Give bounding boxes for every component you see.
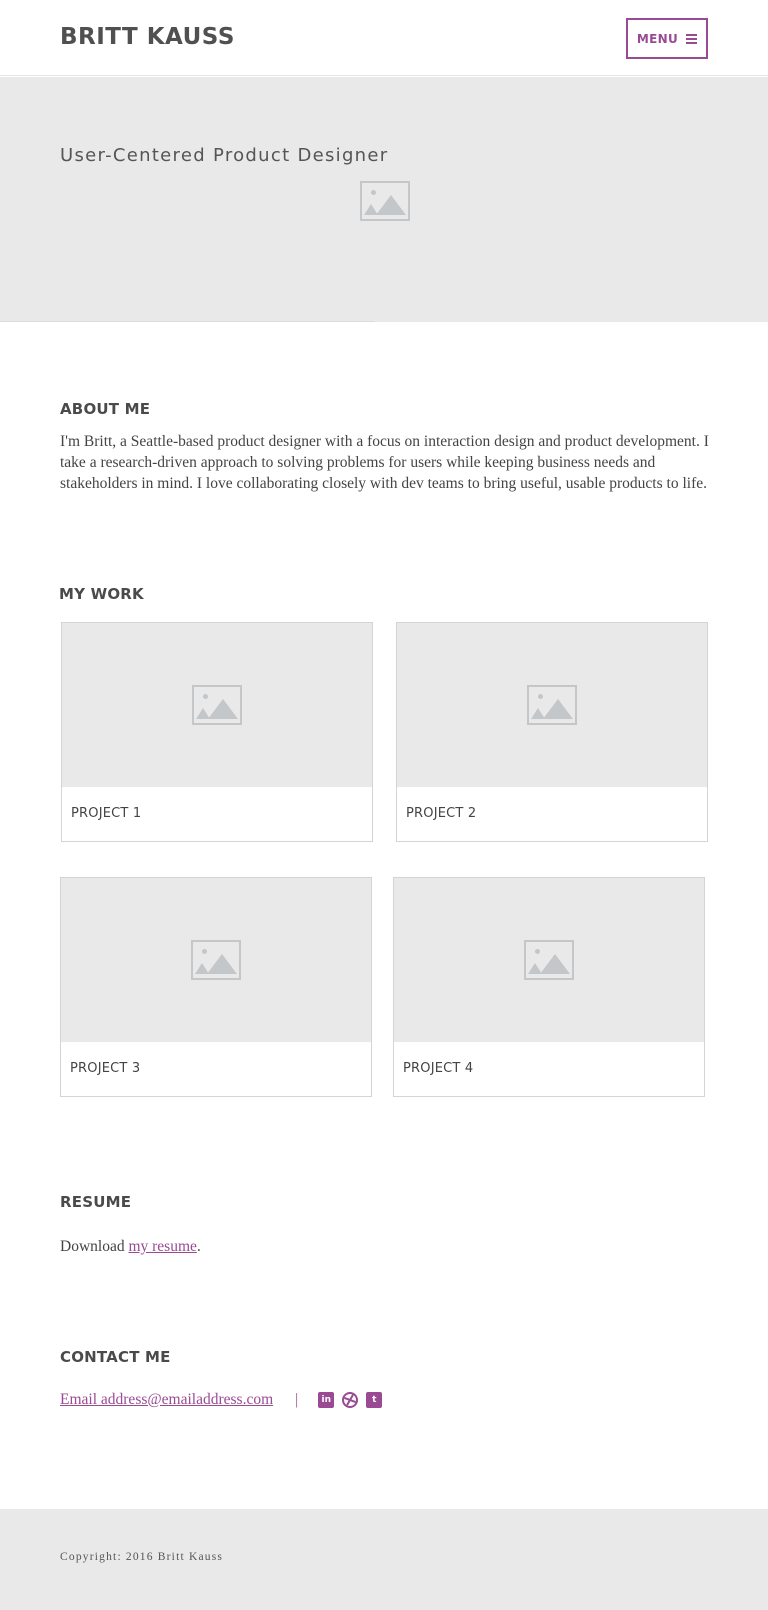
site-header: BRITT KAUSS MENU [0, 0, 768, 76]
project-card-2[interactable]: PROJECT 2 [396, 622, 708, 842]
menu-button[interactable]: MENU [626, 18, 708, 59]
resume-suffix: . [196, 1238, 201, 1255]
project-card-3[interactable]: PROJECT 3 [60, 877, 372, 1097]
about-heading: ABOUT ME [60, 400, 151, 418]
site-footer: Copyright: 2016 Britt Kauss [0, 1509, 768, 1610]
project-card-4[interactable]: PROJECT 4 [393, 877, 705, 1097]
project-label: PROJECT 1 [71, 806, 142, 821]
menu-label: MENU [636, 31, 679, 46]
image-placeholder-icon [191, 940, 241, 980]
contact-row: Email address@emailaddress.com | in t [60, 1389, 390, 1411]
contact-heading: CONTACT ME [60, 1348, 171, 1366]
image-placeholder-icon [524, 940, 574, 980]
image-placeholder-icon [527, 685, 577, 725]
project-label: PROJECT 4 [403, 1061, 474, 1076]
email-link[interactable]: Email address@emailaddress.com [60, 1391, 273, 1409]
project-thumbnail [61, 878, 371, 1042]
project-thumbnail [62, 623, 372, 787]
about-text: I'm Britt, a Seattle-based product desig… [60, 433, 709, 492]
resume-text: Download my resume. [60, 1236, 710, 1257]
resume-heading: RESUME [60, 1193, 132, 1211]
hero-tagline: User-Centered Product Designer [60, 145, 389, 166]
dribbble-icon[interactable] [342, 1392, 359, 1408]
project-label: PROJECT 2 [406, 806, 477, 821]
project-thumbnail [394, 878, 704, 1042]
hero-divider [0, 321, 375, 322]
resume-prefix: Download [60, 1238, 129, 1255]
image-placeholder-icon [192, 685, 242, 725]
twitter-icon[interactable]: t [366, 1392, 383, 1408]
contact-separator: | [295, 1391, 299, 1408]
copyright-text: Copyright: 2016 Britt Kauss [60, 1551, 224, 1563]
hamburger-icon [686, 32, 698, 46]
project-label: PROJECT 3 [70, 1061, 141, 1076]
work-heading: MY WORK [59, 585, 144, 603]
project-card-1[interactable]: PROJECT 1 [61, 622, 373, 842]
site-title[interactable]: BRITT KAUSS [60, 24, 235, 50]
image-placeholder-icon [360, 181, 410, 221]
resume-link[interactable]: my resume [128, 1238, 196, 1255]
hero-banner: User-Centered Product Designer [0, 77, 768, 322]
linkedin-icon[interactable]: in [318, 1392, 335, 1408]
project-thumbnail [397, 623, 707, 787]
